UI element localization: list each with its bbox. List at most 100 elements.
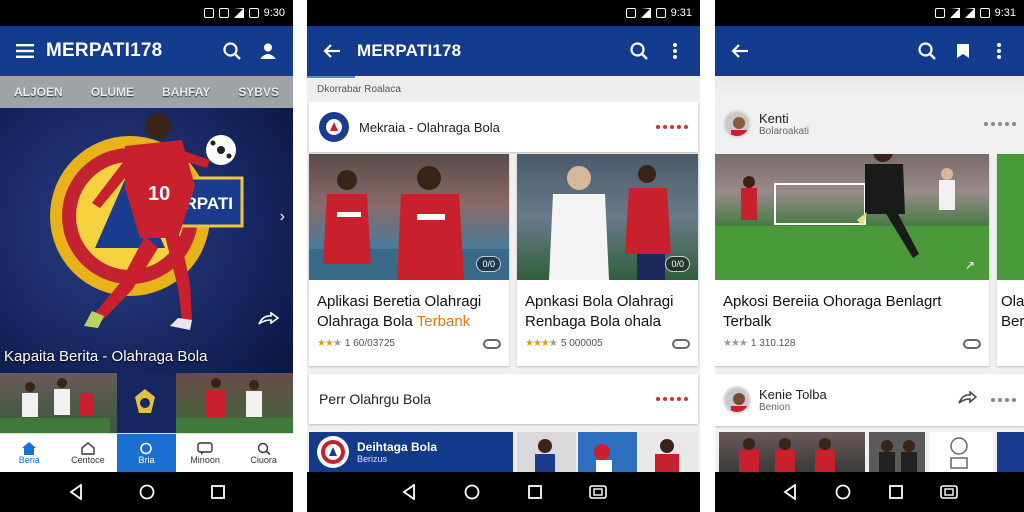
link-icon[interactable] xyxy=(963,338,981,349)
article-title: Aplikasi Beretia Olahragi Olahraga Bola … xyxy=(309,280,509,332)
bottom-nav-messages[interactable]: Minoon xyxy=(176,434,235,472)
bookmark-icon[interactable] xyxy=(948,36,978,66)
signal-icon xyxy=(640,8,651,18)
thumbnail[interactable] xyxy=(869,432,925,472)
hero-banner[interactable]: MERPATI 10 › Kapaita Berita - Olahraga B… xyxy=(0,108,293,373)
bottom-nav-home[interactable]: Beria xyxy=(0,434,59,472)
article-title-text: Aplikasi Beretia Olahragi Olahraga Bola … xyxy=(317,293,482,330)
arrow-right-icon[interactable]: ↗ xyxy=(965,258,975,272)
link-icon[interactable] xyxy=(672,338,690,349)
source-card[interactable]: Mekraia - Olahraga Bola xyxy=(309,102,698,152)
link-icon[interactable] xyxy=(483,338,501,349)
thumbnail[interactable] xyxy=(997,432,1024,472)
status-time: 9:31 xyxy=(670,7,692,19)
bottom-nav-label: Centoce xyxy=(71,454,105,465)
source-card[interactable]: Perr Olahrgu Bola xyxy=(309,374,698,424)
hero-artwork: MERPATI 10 xyxy=(50,113,244,330)
tab-4[interactable]: SYBVS xyxy=(238,85,279,99)
battery-icon xyxy=(979,8,990,18)
thumbnail[interactable] xyxy=(175,373,293,433)
bottom-nav-label: Bria xyxy=(138,454,155,465)
thumbnail[interactable] xyxy=(117,373,176,433)
nfc-icon xyxy=(218,8,229,18)
more-dots-icon[interactable] xyxy=(656,125,688,129)
search-icon[interactable] xyxy=(912,36,942,66)
carousel-next-icon[interactable]: › xyxy=(280,208,285,226)
article-meta-text: 5 000005 xyxy=(560,338,603,349)
profile-name: Kenie Tolba xyxy=(759,387,827,402)
rating-stars: ★★★ xyxy=(317,338,342,349)
category-tabs: ALJOEN OLUME BAHFAY SYBVS xyxy=(0,76,293,108)
home-circle-icon[interactable] xyxy=(134,479,160,505)
screenshot-icon[interactable] xyxy=(936,479,962,505)
recents-square-icon[interactable] xyxy=(883,479,909,505)
back-triangle-icon[interactable] xyxy=(777,479,803,505)
phone-screen-feed: 9:31 Kenti Bolaroakati ↗ Apkosi Bereiia … xyxy=(715,0,1024,512)
recents-square-icon[interactable] xyxy=(522,479,548,505)
article-image: 0/0 xyxy=(517,154,698,280)
thumbnail-row xyxy=(517,432,698,472)
screenshot-icon[interactable] xyxy=(585,479,611,505)
tab-2[interactable]: OLUME xyxy=(91,85,134,99)
article-card[interactable]: 0/0 Apnkasi Bola Olahragi Renbaga Bola o… xyxy=(517,154,698,366)
bottom-nav-category[interactable]: Centoce xyxy=(59,434,118,472)
thumbnail[interactable] xyxy=(719,432,865,472)
search-icon xyxy=(257,442,271,455)
status-bar: 9:31 xyxy=(307,0,700,26)
circle-icon xyxy=(140,442,153,454)
back-triangle-icon[interactable] xyxy=(396,479,422,505)
notification-icon xyxy=(625,8,636,18)
article-image: 0/0 xyxy=(309,154,509,280)
more-vert-icon[interactable] xyxy=(984,36,1014,66)
more-dots-icon[interactable] xyxy=(984,122,1016,126)
article-card[interactable]: ↗ Apkosi Bereiia Ohoraga Benlagrt Terbal… xyxy=(715,154,989,366)
thumbnail[interactable] xyxy=(929,432,993,472)
thumbnail[interactable] xyxy=(0,373,118,433)
home-circle-icon[interactable] xyxy=(830,479,856,505)
menu-icon[interactable] xyxy=(10,36,40,66)
tab-1[interactable]: ALJOEN xyxy=(14,85,63,99)
share-icon[interactable] xyxy=(257,311,280,331)
hero-caption: Kapaita Berita - Olahraga Bola xyxy=(4,348,208,365)
back-triangle-icon[interactable] xyxy=(63,479,89,505)
tab-3[interactable]: BAHFAY xyxy=(162,85,210,99)
rating-stars: ★★★★ xyxy=(525,338,558,349)
more-dots-icon[interactable] xyxy=(991,398,1016,402)
search-icon[interactable] xyxy=(624,36,654,66)
status-bar: 9:31 xyxy=(715,0,1024,26)
profile-name: Kenti xyxy=(759,111,789,126)
club-logo-icon xyxy=(319,112,349,142)
profile-card[interactable]: Kenie Tolba Benion xyxy=(715,374,1024,426)
wifi-icon xyxy=(949,8,960,18)
article-card[interactable]: 0/0 Aplikasi Beretia Olahragi Olahraga B… xyxy=(309,154,509,366)
share-icon[interactable] xyxy=(957,389,978,410)
system-nav-bar xyxy=(0,472,293,512)
bottom-nav-search[interactable]: Ciuora xyxy=(234,434,293,472)
account-icon[interactable] xyxy=(253,36,283,66)
thumbnail[interactable] xyxy=(517,432,576,472)
recents-square-icon[interactable] xyxy=(205,479,231,505)
profile-subtitle: Benion xyxy=(759,402,791,413)
article-image: ↗ xyxy=(715,154,989,280)
banner-subtitle: Berizus xyxy=(357,454,388,464)
article-card[interactable]: Ola Ber xyxy=(997,154,1024,366)
bottom-nav-live[interactable]: Bria xyxy=(117,434,176,472)
tab-indicator xyxy=(307,76,355,78)
search-icon[interactable] xyxy=(217,36,247,66)
article-title: Apnkasi Bola Olahragi Renbaga Bola ohala xyxy=(525,293,674,330)
profile-card[interactable]: Kenti Bolaroakati xyxy=(715,100,1024,148)
thumbnail[interactable] xyxy=(639,432,698,472)
more-dots-icon[interactable] xyxy=(656,397,688,401)
app-bar: MERPATI178 xyxy=(307,26,700,76)
thumbnail[interactable] xyxy=(578,432,637,472)
promo-banner[interactable]: Deihtaga Bola Berizus xyxy=(309,432,513,472)
more-vert-icon[interactable] xyxy=(660,36,690,66)
system-nav-bar xyxy=(307,472,700,512)
article-meta: ★★★★ 5 000005 xyxy=(517,332,698,355)
home-circle-icon[interactable] xyxy=(459,479,485,505)
back-arrow-icon[interactable] xyxy=(725,36,755,66)
back-arrow-icon[interactable] xyxy=(317,36,347,66)
svg-text:10: 10 xyxy=(148,183,170,205)
signal-icon xyxy=(233,8,244,18)
article-meta-text: 1 60/03725 xyxy=(344,338,395,349)
